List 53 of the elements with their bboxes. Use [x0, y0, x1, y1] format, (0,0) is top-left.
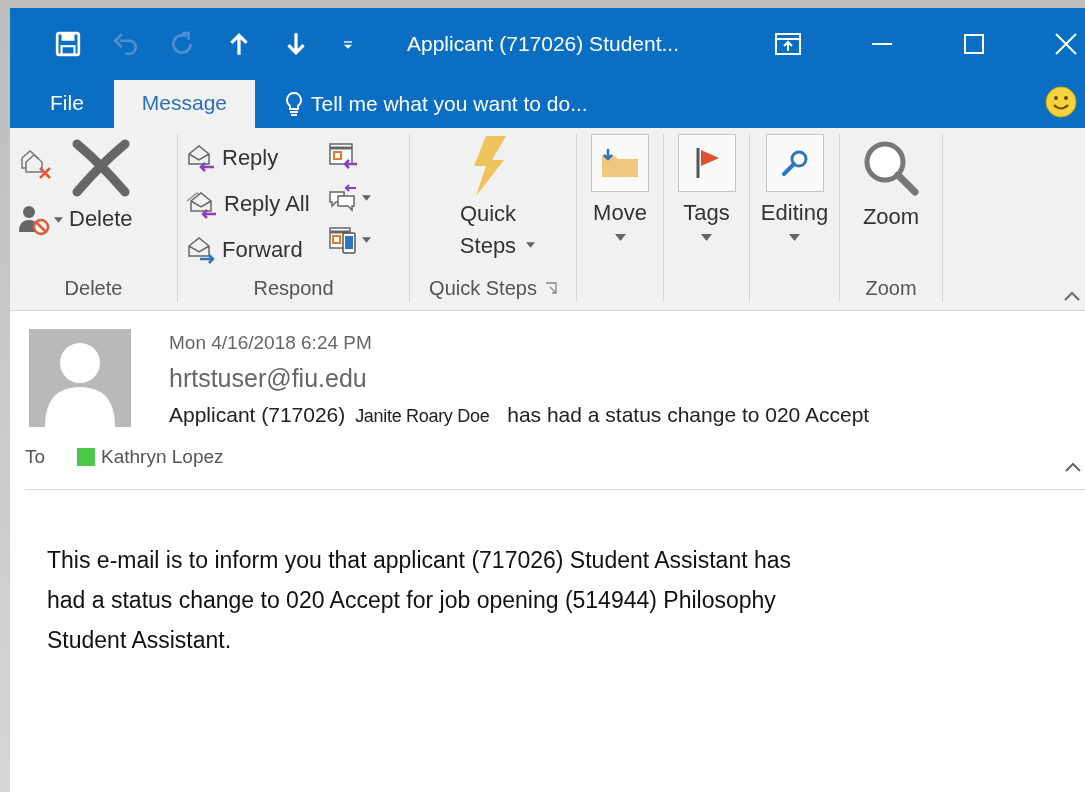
- lightbulb-icon: [285, 91, 304, 117]
- dialog-launcher-icon[interactable]: [544, 282, 557, 294]
- group-label: Zoom: [865, 276, 917, 300]
- ribbon-display-icon[interactable]: [775, 33, 801, 55]
- folder-icon: [591, 134, 649, 192]
- sender-address: hrtstuser@fiu.edu: [169, 364, 368, 393]
- junk-button[interactable]: [18, 204, 63, 236]
- caret-icon: [789, 234, 800, 241]
- caret-icon: [361, 237, 371, 243]
- maximize-icon[interactable]: [963, 33, 985, 55]
- caret-icon: [701, 234, 712, 241]
- more-respond-button[interactable]: [327, 226, 371, 254]
- im-reply-button[interactable]: [327, 184, 371, 212]
- date-text: Mon 4/16/2018 6:24 PM: [169, 332, 373, 354]
- flag-icon: [677, 134, 736, 192]
- to-label: To: [25, 446, 47, 468]
- forward-button[interactable]: Forward: [186, 230, 310, 270]
- editing-button[interactable]: Editing: [758, 134, 831, 274]
- group-label: Respond: [253, 276, 334, 300]
- tell-me-field[interactable]: Tell me what you want to do...: [311, 92, 652, 116]
- delete-button[interactable]: Delete: [69, 134, 133, 274]
- caret-icon: [54, 217, 63, 223]
- blocked-person-icon: [18, 204, 50, 236]
- move-button[interactable]: Move: [585, 134, 655, 274]
- delete-x-icon: [70, 138, 131, 198]
- reply-all-icon: [186, 189, 218, 219]
- forward-icon: [186, 236, 216, 264]
- calendar-reply-icon: [327, 142, 358, 170]
- reply-button[interactable]: Reply: [186, 138, 310, 178]
- subject-line: Applicant (717026) Janite Roary Doe has had a status change to 020 Accept: [169, 403, 870, 427]
- caret-icon: [361, 195, 371, 201]
- chat-reply-icon: [327, 184, 358, 212]
- caret-icon: [614, 234, 626, 241]
- group-label: Quick Steps: [429, 276, 537, 300]
- recipient-name[interactable]: Kathryn Lopez: [101, 446, 224, 468]
- search-icon: [765, 134, 824, 192]
- collapse-header-icon[interactable]: [1063, 461, 1083, 473]
- group-label: Delete: [64, 276, 123, 300]
- calendar-phone-icon: [327, 226, 358, 254]
- smiley-icon[interactable]: [1045, 86, 1077, 118]
- reply-icon: [186, 144, 216, 172]
- zoom-button[interactable]: Zoom: [848, 134, 934, 274]
- window-title: Applicant (717026) Student...: [407, 32, 679, 56]
- quick-steps-button[interactable]: Quick Steps: [418, 134, 558, 274]
- reply-all-button[interactable]: Reply All: [186, 184, 310, 224]
- tags-button[interactable]: Tags: [672, 134, 741, 274]
- ribbon-tab[interactable]: Message: [113, 80, 256, 128]
- save-icon[interactable]: [55, 31, 81, 57]
- collapse-ribbon-icon[interactable]: [1063, 290, 1081, 302]
- close-icon[interactable]: [1055, 33, 1077, 55]
- message-body: This e-mail is to inform you that applicant (717026) Student Assistant has had a status change to 020 Accept for job opening (514944) Philosophy Student Assistant.: [47, 546, 793, 655]
- ribbon-tab[interactable]: File: [10, 80, 114, 128]
- caret-icon: [525, 242, 535, 248]
